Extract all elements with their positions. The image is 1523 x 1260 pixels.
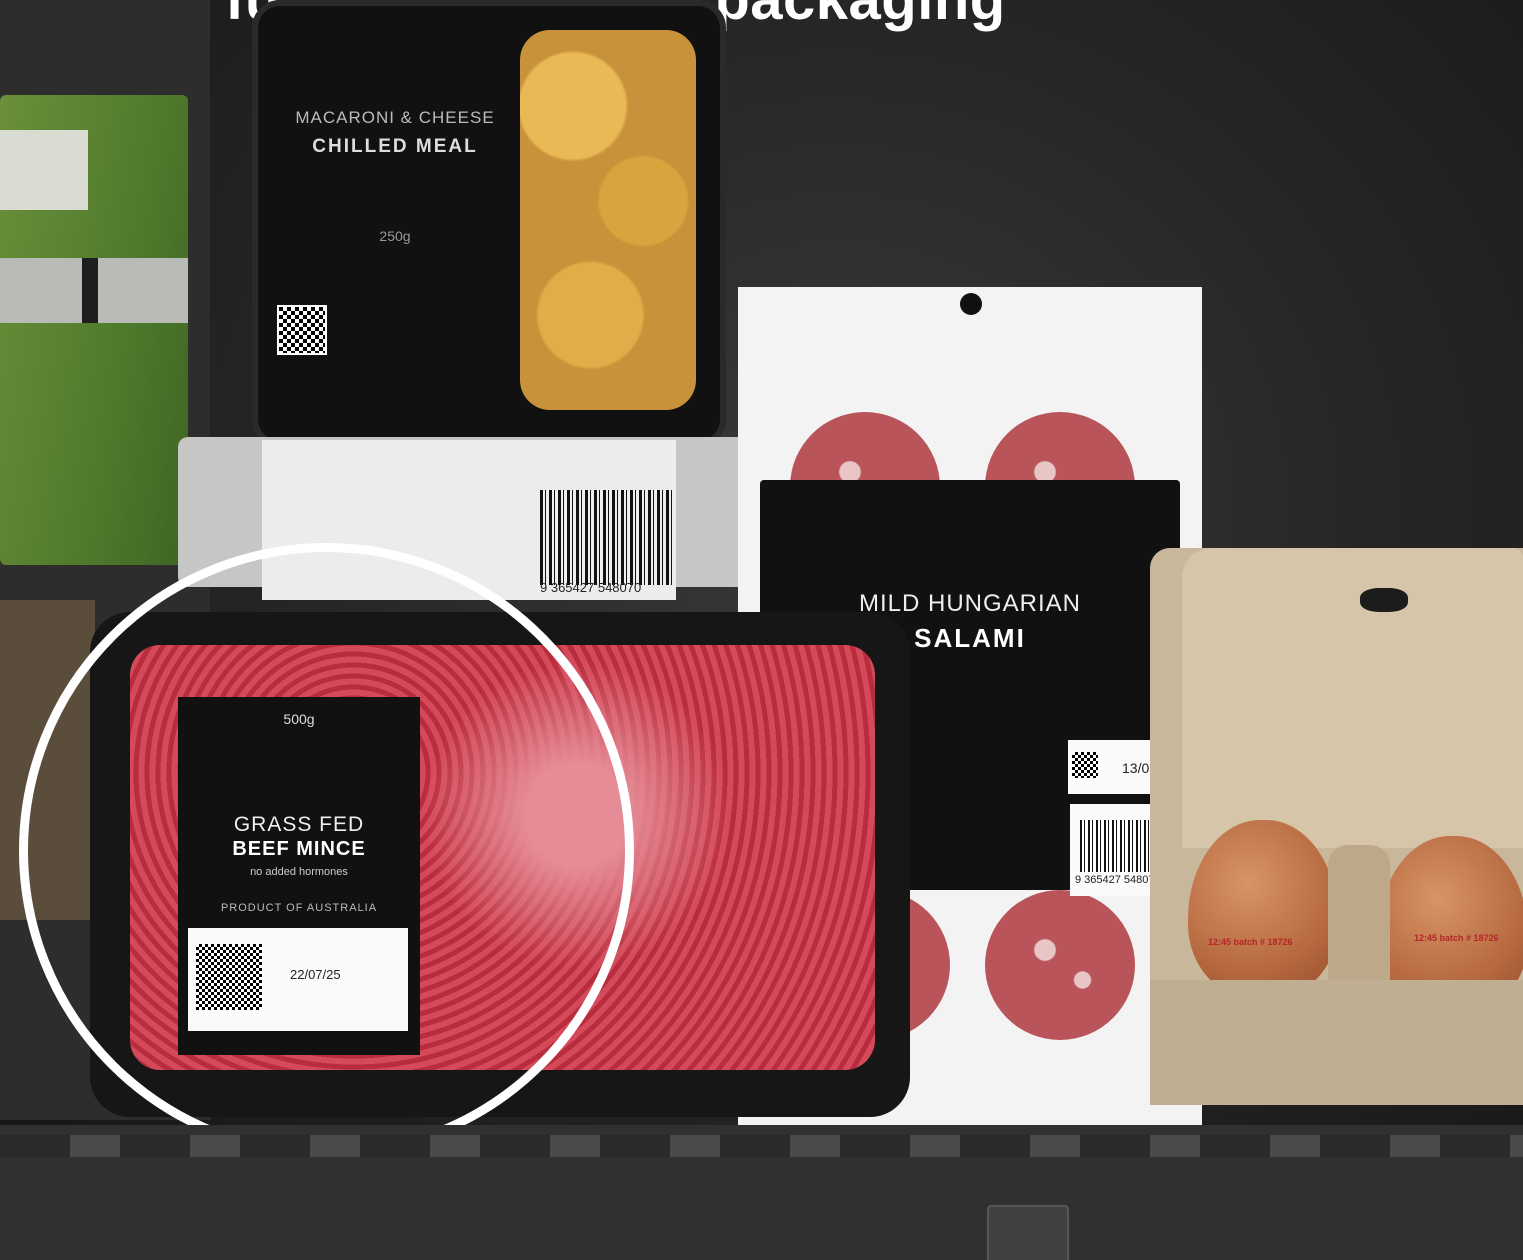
egg-carton-hole — [1360, 588, 1408, 612]
egg-batch-print: 12:45 batch # 18726 — [1414, 933, 1499, 943]
macaroni-label: MACARONI & CHEESE CHILLED MEAL — [270, 108, 520, 158]
macaroni-weight: 250g — [379, 228, 411, 244]
egg-carton-divider — [1328, 845, 1390, 995]
macaroni-barcode-icon — [540, 490, 672, 585]
macaroni-type: CHILLED MEAL — [312, 136, 478, 157]
conveyor-rollers — [0, 1135, 1523, 1157]
pouch-hang-hole — [960, 293, 982, 315]
product-scene: the future of smarter packaging MACARONI… — [0, 0, 1523, 1260]
salami-qr-icon — [1072, 752, 1098, 778]
salami-slice — [985, 890, 1135, 1040]
conveyor-latch-icon — [987, 1205, 1069, 1260]
green-package-band — [0, 258, 188, 323]
green-package-label — [0, 130, 88, 210]
salami-barcode-number: 9 365427 548070 — [1075, 874, 1161, 886]
egg-carton-front — [1150, 980, 1523, 1105]
highlight-circle — [19, 543, 634, 1158]
egg-carton-lid — [1182, 548, 1523, 848]
egg — [1188, 820, 1338, 1000]
macaroni-qr-icon — [277, 305, 327, 355]
macaroni-name: MACARONI & CHEESE — [295, 108, 495, 127]
macaroni-barcode-number: 9 365427 548070 — [540, 580, 642, 595]
egg-batch-print: 12:45 batch # 18726 — [1208, 937, 1293, 947]
macaroni-food — [520, 30, 696, 410]
